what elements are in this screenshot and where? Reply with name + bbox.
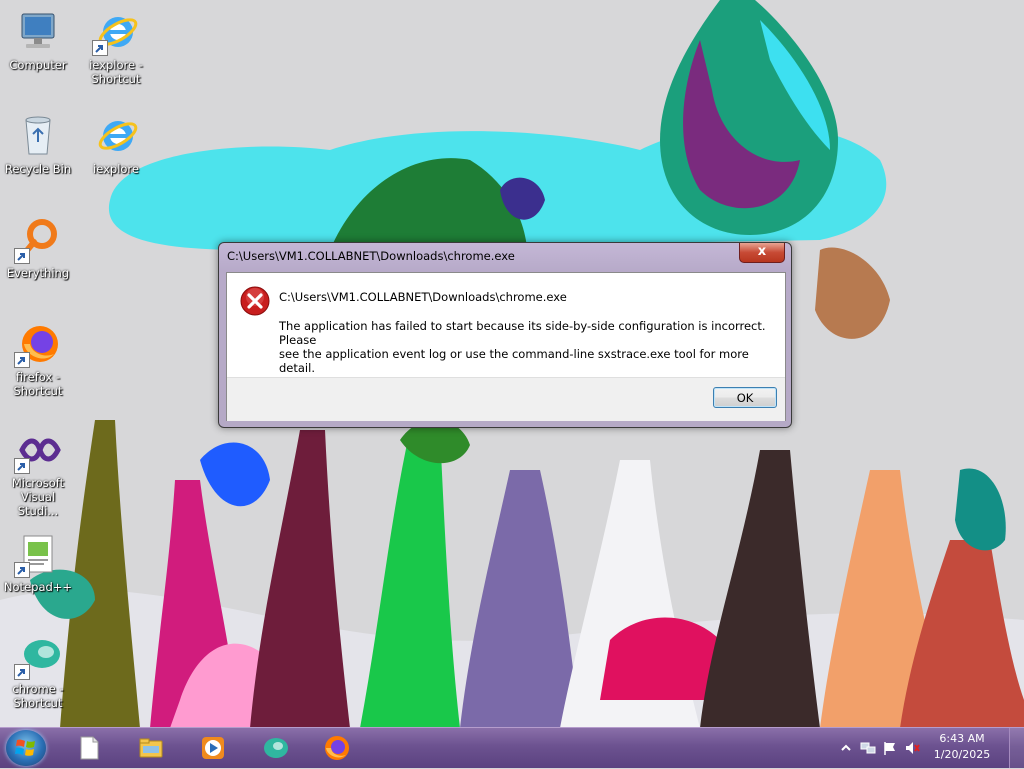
visual-studio-icon	[14, 426, 62, 474]
taskbar-chrome[interactable]	[248, 731, 300, 765]
chrome-icon	[14, 632, 62, 680]
media-player-icon	[202, 737, 224, 759]
desktop-icon-label: Notepad++	[3, 580, 73, 594]
taskbar-firefox[interactable]	[310, 731, 362, 765]
desktop-icon-recycle-bin[interactable]: Recycle Bin	[0, 112, 76, 176]
everything-search-icon	[14, 216, 62, 264]
desktop-icon-label: firefox -	[15, 370, 61, 384]
desktop-icon-label: Shortcut	[13, 384, 63, 398]
speaker-muted-icon[interactable]	[904, 740, 920, 756]
windows-logo-icon	[15, 739, 35, 756]
dialog-title: C:\Users\VM1.COLLABNET\Downloads\chrome.…	[227, 249, 515, 263]
dialog-message: The application has failed to start beca…	[279, 319, 769, 375]
desktop-icon-iexplore[interactable]: iexplore	[78, 112, 154, 176]
notepad-plus-plus-icon	[14, 530, 62, 578]
desktop-icon-label: Microsoft	[11, 476, 65, 490]
dialog-body: C:\Users\VM1.COLLABNET\Downloads\chrome.…	[226, 272, 786, 421]
desktop-icon-label: Shortcut	[91, 72, 141, 86]
network-icon[interactable]	[860, 740, 876, 756]
ok-button[interactable]: OK	[713, 387, 777, 408]
desktop-icon-chrome-shortcut[interactable]: chrome - Shortcut	[0, 632, 76, 710]
firefox-icon	[325, 736, 349, 760]
taskbar-explorer[interactable]	[124, 731, 176, 765]
clock-time[interactable]: 6:43 AM	[930, 732, 994, 745]
desktop-icon-iexplore-shortcut[interactable]: iexplore - Shortcut	[78, 8, 154, 86]
close-button[interactable]: x	[739, 243, 785, 263]
shortcut-arrow-icon	[14, 664, 30, 680]
desktop-icon-label: Everything	[6, 266, 70, 280]
error-dialog: C:\Users\VM1.COLLABNET\Downloads\chrome.…	[218, 242, 792, 428]
dialog-message-line: The application has failed to start beca…	[279, 319, 766, 347]
desktop-icon-everything[interactable]: Everything	[0, 216, 76, 280]
dialog-content: C:\Users\VM1.COLLABNET\Downloads\chrome.…	[227, 273, 785, 377]
desktop-icon-visual-studio[interactable]: Microsoft Visual Studi...	[0, 426, 76, 518]
taskbar-media-player[interactable]	[186, 731, 238, 765]
taskbar: 6:43 AM 1/20/2025	[0, 727, 1024, 768]
internet-explorer-icon	[92, 8, 140, 56]
clock-date[interactable]: 1/20/2025	[930, 748, 994, 761]
desktop-icon-label: Visual Studi...	[17, 490, 59, 518]
desktop-icon-label: Recycle Bin	[4, 162, 72, 176]
explorer-folder-icon	[139, 738, 163, 758]
dialog-path-text: C:\Users\VM1.COLLABNET\Downloads\chrome.…	[279, 290, 567, 304]
chevron-up-icon[interactable]	[838, 740, 854, 756]
close-icon: x	[757, 244, 767, 259]
desktop-icon-firefox-shortcut[interactable]: firefox - Shortcut	[0, 320, 76, 398]
file-icon	[80, 736, 99, 760]
desktop-icon-computer[interactable]: Computer	[0, 8, 76, 72]
dialog-footer: OK	[227, 377, 785, 421]
system-tray: 6:43 AM 1/20/2025	[834, 728, 1024, 768]
shortcut-arrow-icon	[14, 458, 30, 474]
shortcut-arrow-icon	[14, 562, 30, 578]
desktop-icon-label: iexplore -	[89, 58, 143, 72]
desktop-icon-notepad-plus-plus[interactable]: Notepad++	[0, 530, 76, 594]
computer-icon	[14, 8, 62, 56]
firefox-icon	[14, 320, 62, 368]
shortcut-arrow-icon	[14, 352, 30, 368]
taskbar-file[interactable]	[62, 731, 114, 765]
dialog-message-line: see the application event log or use the…	[279, 347, 749, 375]
start-button[interactable]	[6, 730, 46, 766]
error-icon	[240, 286, 270, 316]
shortcut-arrow-icon	[14, 248, 30, 264]
recycle-bin-icon	[14, 112, 62, 160]
chrome-icon	[264, 738, 288, 758]
internet-explorer-icon	[92, 112, 140, 160]
desktop-icon-label: Shortcut	[13, 696, 63, 710]
desktop-icon-label: Computer	[9, 58, 67, 72]
show-desktop-button[interactable]	[1009, 728, 1024, 768]
shortcut-arrow-icon	[92, 40, 108, 56]
desktop-icon-label: chrome -	[12, 682, 64, 696]
desktop-icon-label: iexplore	[93, 162, 139, 176]
flag-icon[interactable]	[882, 740, 898, 756]
